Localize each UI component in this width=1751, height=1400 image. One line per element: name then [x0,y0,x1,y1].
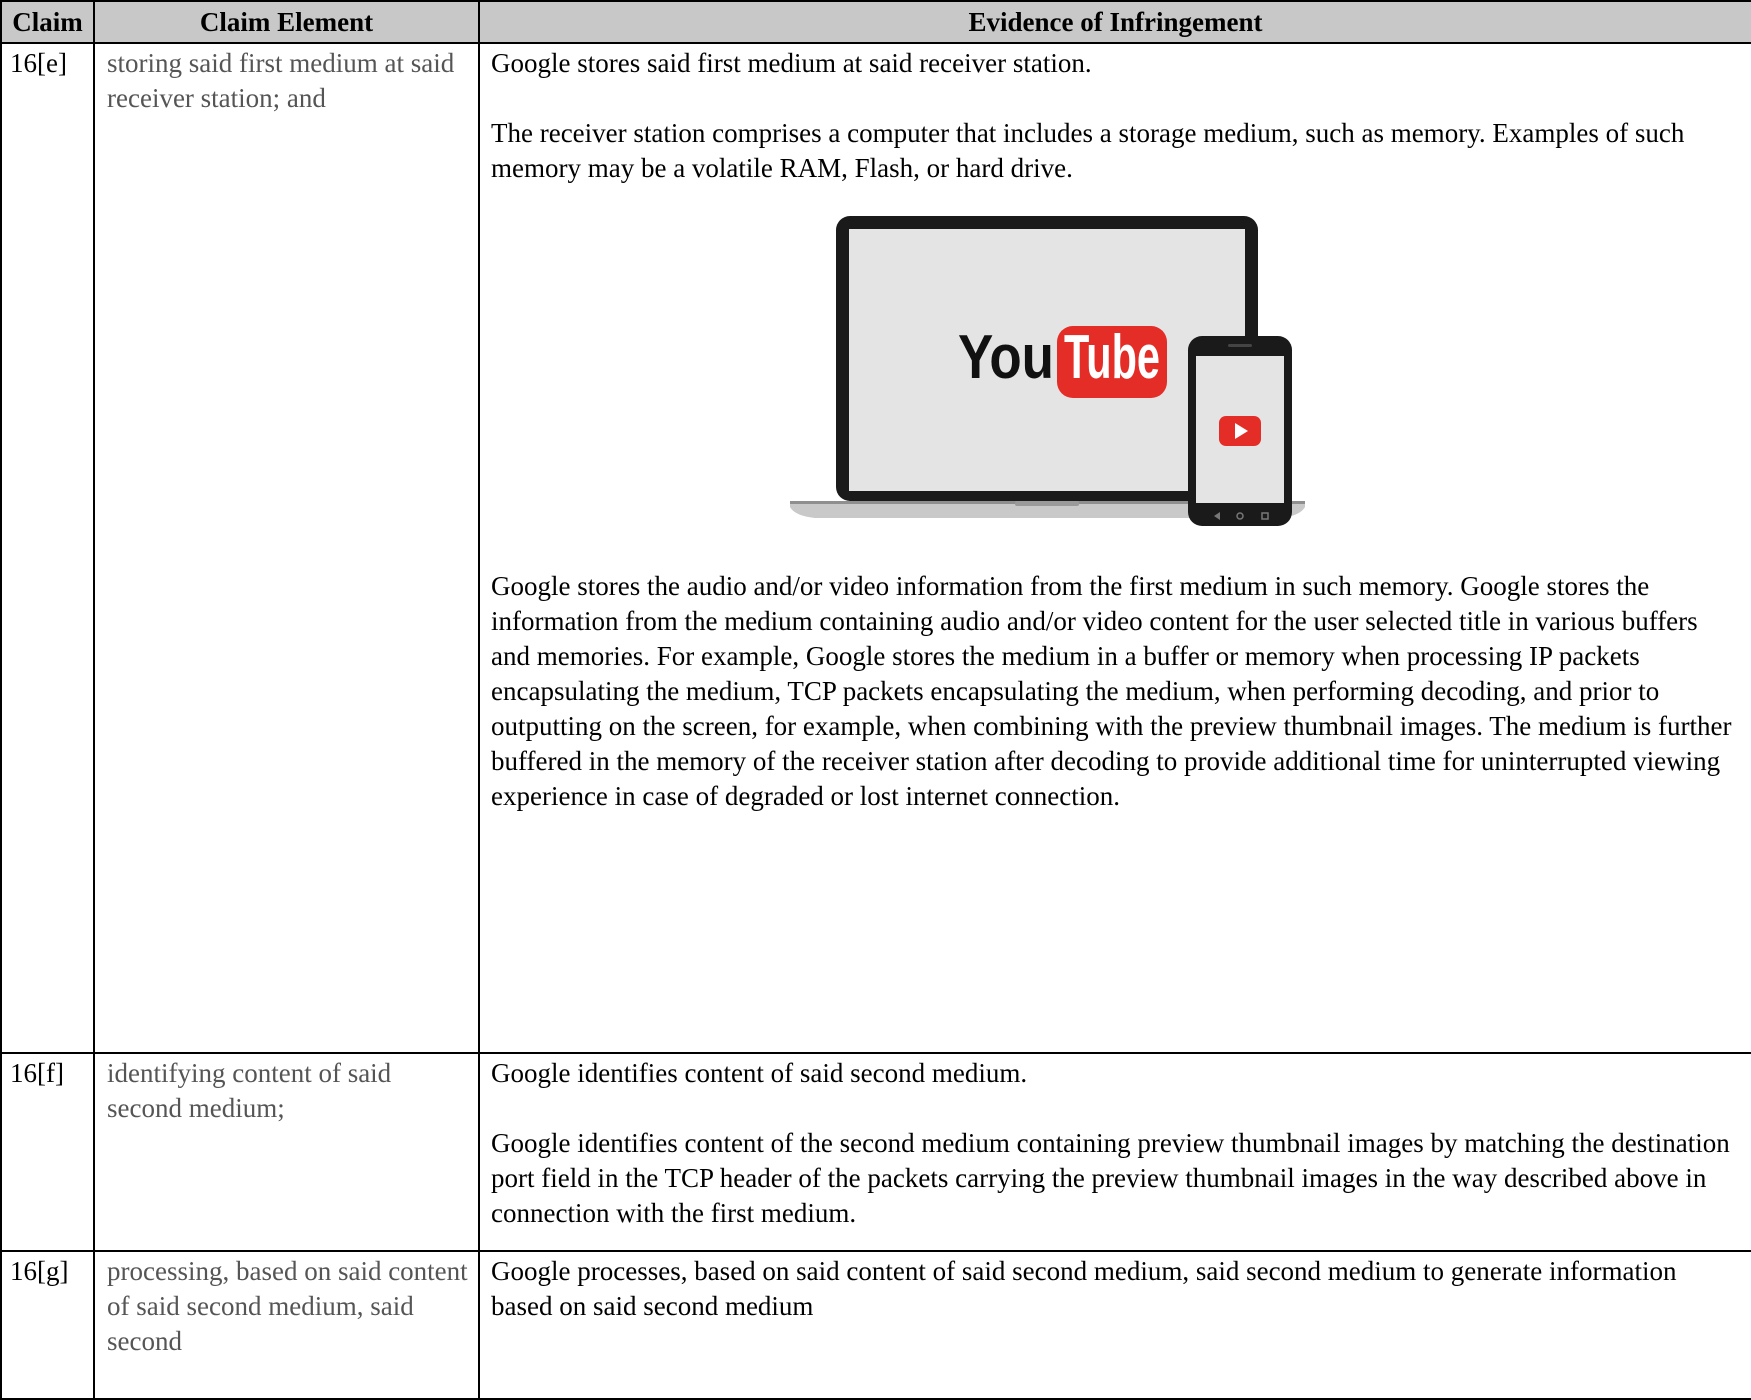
laptop-phone-illustration: You Tube [790,216,1305,526]
evidence-paragraph: Google identifies content of the second … [491,1128,1730,1228]
header-row: Claim Claim Element Evidence of Infringe… [0,0,1751,44]
evidence-cell: Google processes, based on said content … [478,1250,1751,1400]
claim-element-text: storing said first medium at said receiv… [93,42,480,1054]
evidence-paragraph: Google processes, based on said content … [491,1256,1677,1321]
youtube-devices-figure: You Tube [480,198,1751,563]
evidence-cell: Google stores said first medium at said … [478,42,1751,1054]
table-row: 16[f] identifying content of said second… [0,1052,1751,1252]
evidence-cell: Google identifies content of said second… [478,1052,1751,1252]
claim-number: 16[g] [0,1250,95,1400]
header-claim: Claim [0,0,95,44]
evidence-paragraph: Google stores the audio and/or video inf… [491,571,1732,811]
evidence-paragraph: Google stores said first medium at said … [491,48,1092,78]
header-claim-element: Claim Element [93,0,480,44]
logo-you-text: You [958,323,1054,392]
header-evidence: Evidence of Infringement [478,0,1751,44]
claim-element-text: processing, based on said content of sai… [93,1250,480,1400]
evidence-paragraph: Google identifies content of said second… [491,1058,1028,1088]
claim-element-text: identifying content of said second mediu… [93,1052,480,1252]
table-row: 16[e] storing said first medium at said … [0,42,1751,1054]
claim-number: 16[f] [0,1052,95,1252]
evidence-paragraph: The receiver station comprises a compute… [491,118,1685,183]
logo-tube-text: Tube [1064,323,1160,392]
claim-chart-table: Claim Claim Element Evidence of Infringe… [0,0,1751,1400]
claim-number: 16[e] [0,42,95,1054]
table-row: 16[g] processing, based on said content … [0,1250,1751,1400]
